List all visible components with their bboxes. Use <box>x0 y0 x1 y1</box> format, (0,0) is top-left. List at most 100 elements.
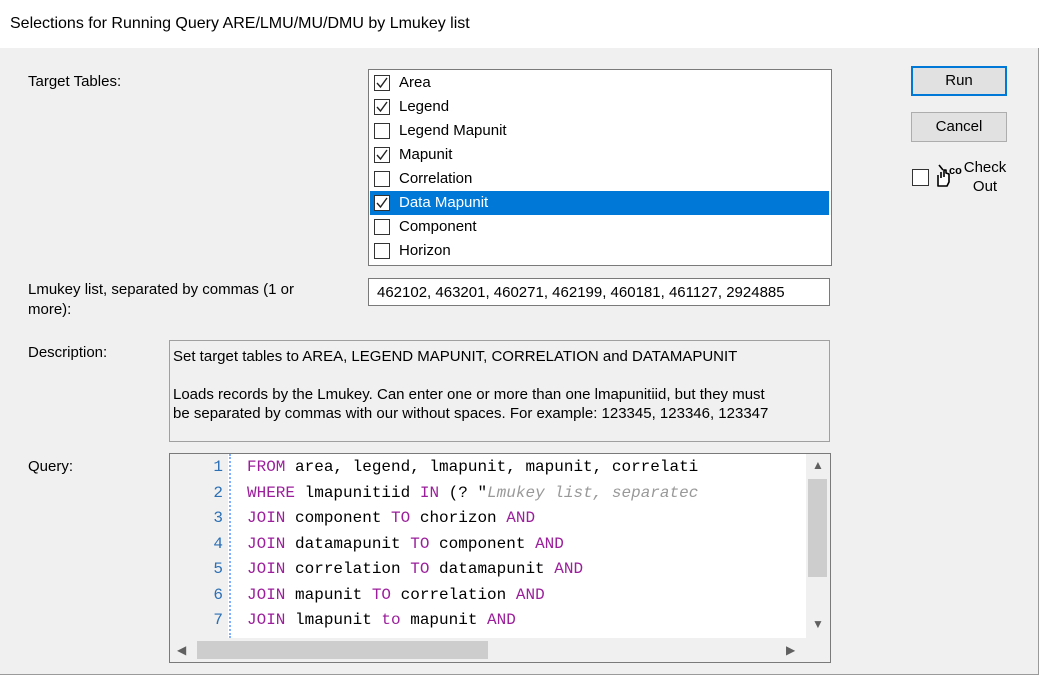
target-tables-listbox[interactable]: Area Legend Legend Mapunit Mapunit Correlati… <box>368 69 832 266</box>
gutter-divider <box>229 454 231 638</box>
sql-keyword: JOIN <box>247 509 286 527</box>
sql-prompt-text: Lmukey list, separatec <box>487 483 699 502</box>
target-table-checkbox[interactable] <box>374 123 390 139</box>
target-table-item[interactable]: Correlation <box>370 167 829 191</box>
target-tables-label: Target Tables: <box>28 73 122 90</box>
query-code: WHERE lmapunitiid IN (? "Lmukey list, se… <box>247 484 698 502</box>
sql-identifier: correlation <box>391 585 516 604</box>
line-number: 6 <box>213 585 223 604</box>
target-table-label: Area <box>399 74 431 91</box>
sql-identifier: chorizon <box>410 509 507 527</box>
sql-identifier: mapunit <box>400 611 488 629</box>
target-table-label: Legend Mapunit <box>399 122 507 139</box>
sql-keyword: TO <box>371 585 392 604</box>
vertical-scroll-thumb[interactable] <box>808 479 827 577</box>
scroll-left-icon[interactable]: ◀ <box>177 643 186 657</box>
query-code: JOIN component TO chorizon AND <box>247 509 535 527</box>
query-line: 2 WHERE lmapunitiid IN (? "Lmukey list, s… <box>170 480 806 505</box>
target-table-label: Correlation <box>399 170 473 187</box>
description-line: Loads records by the Lmukey. Can enter o… <box>173 386 765 403</box>
line-number: 3 <box>213 509 223 527</box>
target-table-checkbox[interactable] <box>374 99 390 115</box>
target-table-label: Component <box>399 218 477 235</box>
lmukey-list-label-line2: more): <box>28 301 72 318</box>
query-code: FROM area, legend, lmapunit, mapunit, co… <box>247 458 698 476</box>
sql-keyword: JOIN <box>247 560 286 578</box>
target-table-checkbox[interactable] <box>374 147 390 163</box>
target-table-label: Data Mapunit <box>399 194 489 211</box>
target-table-item[interactable]: Mapunit <box>370 143 829 167</box>
target-table-checkbox[interactable] <box>374 75 390 91</box>
sql-keyword: TO <box>410 560 430 578</box>
sql-keyword: JOIN <box>247 585 286 604</box>
line-number: 4 <box>213 534 223 553</box>
sql-keyword: IN <box>419 483 440 502</box>
checkmark-icon <box>376 101 388 113</box>
sql-identifier: (? " <box>439 483 488 502</box>
line-number: 2 <box>213 483 223 502</box>
dialog-body: Target Tables: Area Legend Legend Mapunit M… <box>0 48 1039 675</box>
sql-keyword: AND <box>506 509 536 527</box>
check-out-label-line1: Check <box>963 159 1007 176</box>
sql-identifier: lmapunitiid <box>295 483 420 502</box>
horizontal-scroll-thumb[interactable] <box>197 641 488 659</box>
sql-keyword: AND <box>487 611 516 629</box>
scroll-down-icon[interactable]: ▼ <box>812 617 824 631</box>
query-code-area[interactable]: 1 FROM area, legend, lmapunit, mapunit, c… <box>170 454 806 638</box>
query-line: 3 JOIN component TO chorizon AND <box>170 505 806 530</box>
checkout-badge: co <box>949 165 962 177</box>
query-editor[interactable]: 1 FROM area, legend, lmapunit, mapunit, c… <box>169 453 831 663</box>
check-out-toggle[interactable]: co Check Out <box>911 158 1021 198</box>
window-title: Selections for Running Query ARE/LMU/MU/… <box>10 15 470 32</box>
line-number: 5 <box>213 560 223 578</box>
target-table-item[interactable]: Horizon <box>370 239 829 263</box>
lmukey-list-input[interactable]: 462102, 463201, 460271, 462199, 460181, … <box>368 278 830 306</box>
sql-identifier: mapunit <box>285 585 372 604</box>
query-code: JOIN lmapunit to mapunit AND <box>247 611 516 629</box>
target-table-item[interactable]: Legend Mapunit <box>370 119 829 143</box>
target-table-item[interactable]: Component <box>370 215 829 239</box>
target-table-checkbox[interactable] <box>374 171 390 187</box>
target-table-item[interactable]: Legend <box>370 95 829 119</box>
scroll-up-icon[interactable]: ▲ <box>812 458 824 472</box>
sql-keyword: AND <box>515 585 545 604</box>
sql-keyword: TO <box>391 509 411 527</box>
query-line: 4 JOIN datamapunit TO component AND <box>170 531 806 556</box>
sql-keyword: JOIN <box>247 611 286 629</box>
sql-identifier: component <box>285 509 392 527</box>
vertical-scrollbar[interactable]: ▲ ▼ <box>806 454 830 638</box>
sql-keyword: TO <box>410 534 430 553</box>
sql-identifier: area, legend, lmapunit, mapunit, correla… <box>285 458 699 476</box>
description-label: Description: <box>28 344 108 361</box>
target-table-checkbox[interactable] <box>374 243 390 259</box>
query-label: Query: <box>28 458 74 475</box>
checkout-hand-icon: co <box>934 161 964 191</box>
sql-keyword: WHERE <box>247 483 296 502</box>
target-table-item[interactable]: Area <box>370 71 829 95</box>
target-table-checkbox[interactable] <box>374 219 390 235</box>
check-out-checkbox[interactable] <box>912 169 929 186</box>
query-code: JOIN datamapunit TO component AND <box>247 535 564 553</box>
title-bar: Selections for Running Query ARE/LMU/MU/… <box>0 0 1038 49</box>
scrollbar-corner <box>806 638 830 662</box>
target-table-item[interactable]: Data Mapunit <box>370 191 829 215</box>
horizontal-scrollbar[interactable]: ◀ ▶ <box>170 638 806 662</box>
description-box: Set target tables to AREA, LEGEND MAPUNI… <box>169 340 830 442</box>
sql-identifier: component <box>429 534 536 553</box>
check-out-label-line2: Out <box>972 178 998 195</box>
checkmark-icon <box>376 197 388 209</box>
target-table-label: Horizon <box>399 242 451 259</box>
run-button[interactable]: Run <box>911 66 1007 96</box>
description-line <box>173 366 826 385</box>
target-table-label: Legend <box>399 98 450 115</box>
sql-keyword: JOIN <box>247 534 286 553</box>
target-table-checkbox[interactable] <box>374 195 390 211</box>
query-line: 7 JOIN lmapunit to mapunit AND <box>170 607 806 632</box>
cancel-button[interactable]: Cancel <box>911 112 1007 142</box>
sql-identifier: lmapunit <box>285 611 382 629</box>
query-line: 6 JOIN mapunit TO correlation AND <box>170 582 806 607</box>
scroll-right-icon[interactable]: ▶ <box>786 643 795 657</box>
description-line: be separated by commas with our without … <box>173 405 769 422</box>
sql-identifier: datamapunit <box>285 534 411 553</box>
line-number: 1 <box>213 458 223 476</box>
